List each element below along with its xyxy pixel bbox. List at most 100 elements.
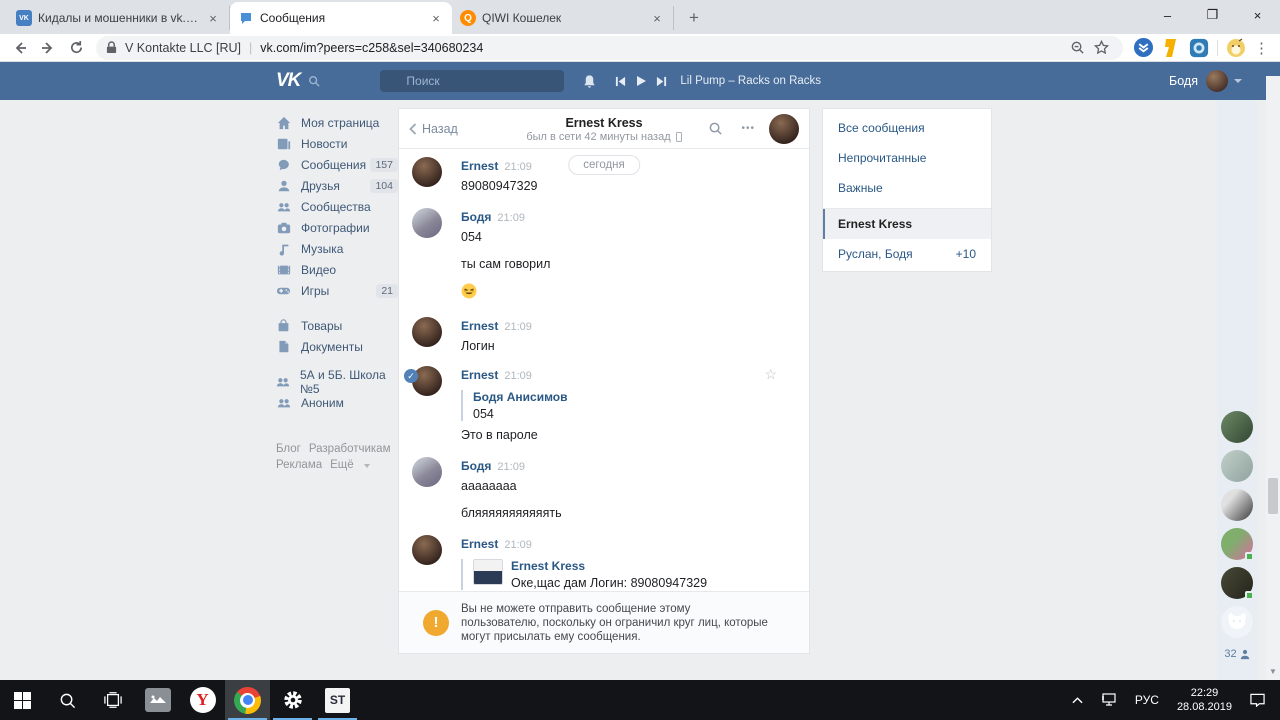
quoted-message[interactable]: Бодя Анисимов 054 bbox=[461, 390, 789, 421]
taskbar-search-icon[interactable] bbox=[45, 680, 90, 720]
sidebar-item-photos[interactable]: Фотографии bbox=[276, 217, 398, 238]
dialog-item[interactable]: Руслан, Бодя +10 bbox=[823, 239, 991, 269]
scrollbar-thumb[interactable] bbox=[1268, 478, 1278, 514]
message[interactable]: Ernest21:09 Логин bbox=[399, 308, 809, 353]
avatar[interactable] bbox=[769, 114, 799, 144]
message-author[interactable]: Бодя bbox=[461, 459, 491, 473]
message[interactable]: Бодя21:09 аааааааа бляяяяяяяяяяять bbox=[399, 448, 809, 520]
avatar[interactable] bbox=[1221, 606, 1253, 638]
notifications-bell-icon[interactable] bbox=[582, 74, 597, 89]
tab-close-icon[interactable]: × bbox=[649, 10, 665, 26]
footer-link-more[interactable]: Ещё bbox=[330, 459, 354, 471]
tab-vk-group[interactable]: VK Кидалы и мошенники в vk.com × bbox=[8, 6, 230, 30]
search-input[interactable] bbox=[380, 70, 564, 92]
back-to-dialogs-button[interactable]: Назад bbox=[409, 122, 458, 136]
message[interactable]: Ernest21:09 Ernest Kress Оке,щас дам Лог… bbox=[399, 526, 809, 591]
footer-link-developers[interactable]: Разработчикам bbox=[309, 443, 391, 455]
filter-unread[interactable]: Непрочитанные bbox=[823, 143, 991, 173]
settings-gear-icon[interactable] bbox=[270, 680, 315, 720]
sidebar-item-profile[interactable]: Моя страница bbox=[276, 112, 398, 133]
yandex-browser-icon[interactable]: Y bbox=[180, 680, 225, 720]
avatar[interactable] bbox=[412, 366, 442, 396]
avatar[interactable] bbox=[1221, 411, 1253, 443]
friends-online-count[interactable]: 32 bbox=[1224, 648, 1249, 660]
close-button[interactable]: × bbox=[1235, 0, 1280, 30]
message-author[interactable]: Ernest bbox=[461, 159, 498, 173]
address-bar[interactable]: V Kontakte LLC [RU] | vk.com/im?peers=c2… bbox=[96, 36, 1123, 60]
task-view-icon[interactable] bbox=[90, 680, 135, 720]
selected-check-icon[interactable]: ✓ bbox=[404, 369, 418, 383]
reload-icon[interactable] bbox=[62, 36, 90, 60]
avatar[interactable] bbox=[1221, 567, 1253, 599]
tab-close-icon[interactable]: × bbox=[205, 10, 221, 26]
quoted-message-with-image[interactable]: Ernest Kress Оке,щас дам Логин: 89080947… bbox=[461, 559, 789, 590]
message-author[interactable]: Бодя bbox=[461, 210, 491, 224]
message-author[interactable]: Ernest bbox=[461, 319, 498, 333]
avatar[interactable] bbox=[1221, 528, 1253, 560]
page-scrollbar[interactable]: ▼ bbox=[1266, 62, 1280, 680]
important-star-icon[interactable]: ☆ bbox=[764, 366, 777, 383]
start-button[interactable] bbox=[0, 680, 45, 720]
back-icon[interactable] bbox=[6, 36, 34, 60]
message-author[interactable]: Ernest bbox=[461, 368, 498, 382]
yellow-extension-icon[interactable] bbox=[1158, 36, 1184, 60]
sidebar-item-games[interactable]: Игры 21 bbox=[276, 280, 398, 301]
search-in-chat-icon[interactable] bbox=[708, 121, 723, 136]
avatar[interactable] bbox=[412, 457, 442, 487]
media-app-icon[interactable] bbox=[135, 680, 180, 720]
tab-messages[interactable]: Сообщения × bbox=[230, 2, 452, 34]
forward-icon[interactable] bbox=[34, 36, 62, 60]
avatar[interactable] bbox=[412, 157, 442, 187]
st-app-icon[interactable]: ST bbox=[315, 680, 360, 720]
sidebar-item-school-community[interactable]: 5А и 5Б. Школа №5 bbox=[276, 371, 398, 392]
avatar[interactable] bbox=[1221, 450, 1253, 482]
sidebar-item-news[interactable]: Новости bbox=[276, 133, 398, 154]
message-author[interactable]: Ernest bbox=[461, 537, 498, 551]
message-selected[interactable]: ✓ Ernest21:09 ☆ Бодя Анисимов 054 Это в … bbox=[399, 357, 809, 442]
dialog-item-active[interactable]: Ernest Kress bbox=[823, 209, 991, 239]
sidebar-item-music[interactable]: Музыка bbox=[276, 238, 398, 259]
language-indicator[interactable]: РУС bbox=[1126, 680, 1168, 720]
footer-link-ads[interactable]: Реклама bbox=[276, 459, 322, 471]
chat-actions-icon[interactable]: ••• bbox=[741, 123, 755, 134]
savefrom-extension-icon[interactable] bbox=[1130, 36, 1156, 60]
blue-lens-extension-icon[interactable] bbox=[1186, 36, 1212, 60]
sidebar-item-communities[interactable]: Сообщества bbox=[276, 196, 398, 217]
sidebar-item-friends[interactable]: Друзья 104 bbox=[276, 175, 398, 196]
browser-menu-icon[interactable]: ⋮ bbox=[1250, 39, 1274, 57]
message[interactable]: Бодя21:09 054 ты сам говорил bbox=[399, 199, 809, 304]
play-icon[interactable] bbox=[635, 75, 647, 87]
tab-close-icon[interactable]: × bbox=[428, 10, 444, 26]
hamster-extension-icon[interactable] bbox=[1223, 36, 1249, 60]
avatar[interactable] bbox=[412, 208, 442, 238]
vk-logo[interactable]: VK bbox=[276, 70, 300, 92]
avatar[interactable] bbox=[1221, 489, 1253, 521]
attachment-thumbnail[interactable] bbox=[473, 559, 503, 585]
quote-author[interactable]: Бодя Анисимов bbox=[473, 390, 789, 404]
now-playing-track[interactable]: Lil Pump – Racks on Racks bbox=[680, 75, 821, 87]
action-center-icon[interactable] bbox=[1241, 680, 1274, 720]
filter-all-messages[interactable]: Все сообщения bbox=[823, 113, 991, 143]
chrome-taskbar-icon[interactable] bbox=[225, 680, 270, 720]
minimize-button[interactable]: – bbox=[1145, 0, 1190, 30]
footer-link-blog[interactable]: Блог bbox=[276, 443, 301, 455]
clock[interactable]: 22:29 28.08.2019 bbox=[1168, 680, 1241, 720]
quote-author[interactable]: Ernest Kress bbox=[511, 559, 707, 573]
restore-button[interactable]: ❐ bbox=[1190, 0, 1235, 30]
filter-important[interactable]: Важные bbox=[823, 173, 991, 203]
scrollbar-down-arrow-icon[interactable]: ▼ bbox=[1266, 667, 1280, 676]
tab-qiwi[interactable]: Q QIWI Кошелек × bbox=[452, 6, 674, 30]
profile-menu[interactable]: Бодя bbox=[1169, 70, 1242, 92]
next-track-icon[interactable] bbox=[656, 76, 667, 87]
hidden-icons-chevron-icon[interactable] bbox=[1063, 680, 1092, 720]
avatar[interactable] bbox=[412, 317, 442, 347]
bookmark-star-icon[interactable] bbox=[1089, 40, 1113, 55]
sidebar-item-messages[interactable]: Сообщения 157 bbox=[276, 154, 398, 175]
zoom-out-icon[interactable] bbox=[1065, 40, 1089, 55]
sidebar-item-documents[interactable]: Документы bbox=[276, 336, 398, 357]
previous-track-icon[interactable] bbox=[615, 76, 626, 87]
sidebar-item-video[interactable]: Видео bbox=[276, 259, 398, 280]
network-icon[interactable] bbox=[1092, 680, 1126, 720]
new-tab-button[interactable]: + bbox=[680, 4, 708, 32]
avatar[interactable] bbox=[412, 535, 442, 565]
